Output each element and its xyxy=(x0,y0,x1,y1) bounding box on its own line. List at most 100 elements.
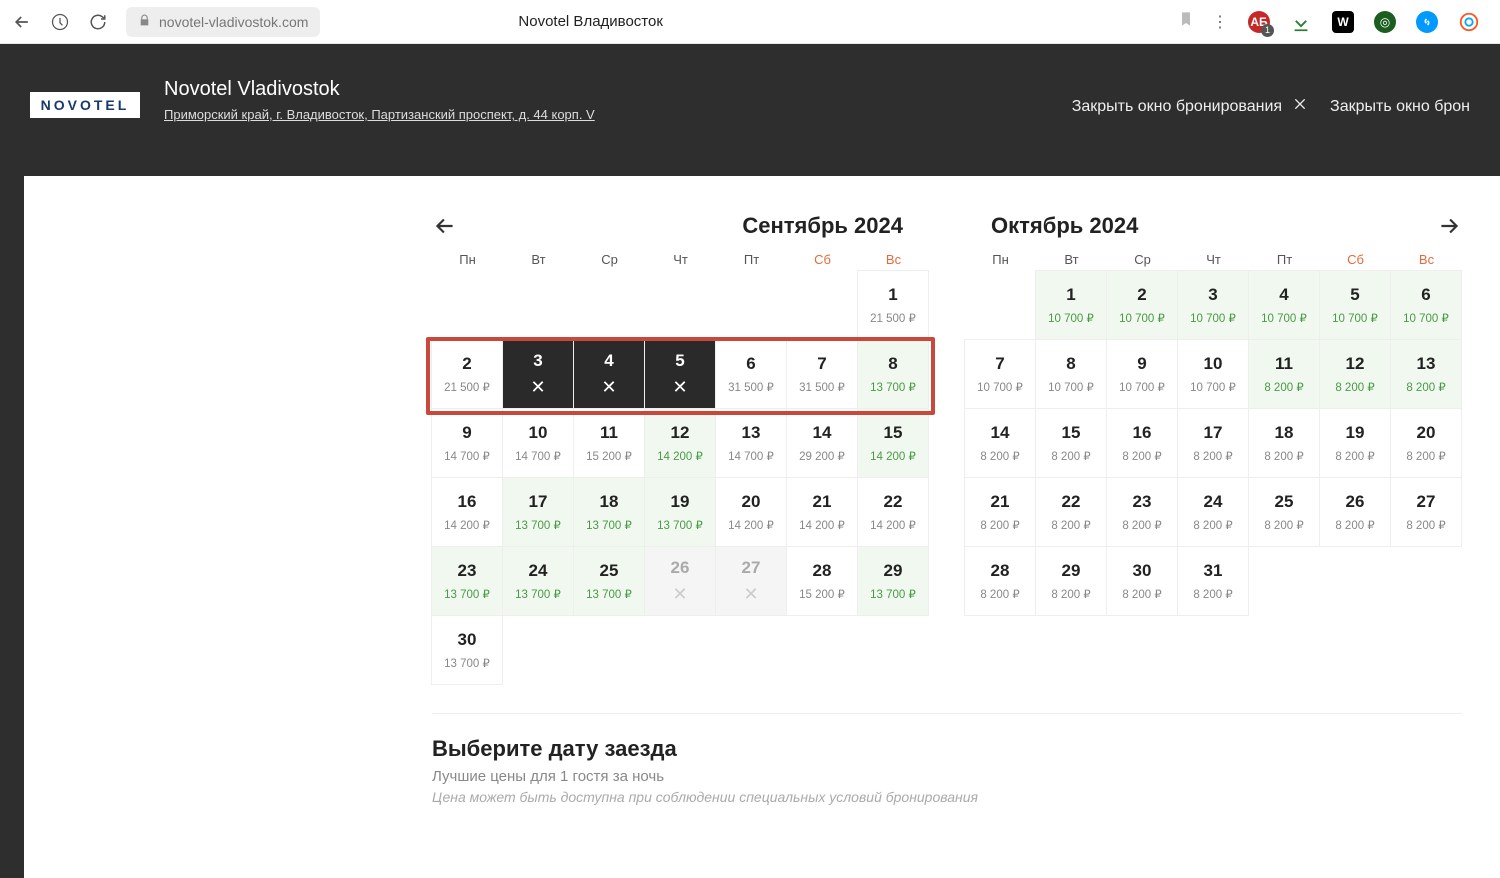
calendar-day[interactable]: 110 700 ₽ xyxy=(1035,270,1107,340)
calendar-day[interactable]: 731 500 ₽ xyxy=(786,339,858,409)
day-price: 8 200 ₽ xyxy=(1335,518,1374,532)
calendar-day[interactable]: 128 200 ₽ xyxy=(1319,339,1391,409)
calendar-day[interactable]: 318 200 ₽ xyxy=(1177,546,1249,616)
calendar-day[interactable]: 710 700 ₽ xyxy=(964,339,1036,409)
day-price: 14 700 ₽ xyxy=(728,449,774,463)
next-month-button[interactable] xyxy=(1436,213,1462,239)
calendar-day[interactable]: 158 200 ₽ xyxy=(1035,408,1107,478)
day-number: 10 xyxy=(529,423,548,443)
yandex-icon[interactable] xyxy=(50,12,70,32)
day-number: 17 xyxy=(529,492,548,512)
calendar-day[interactable]: 188 200 ₽ xyxy=(1248,408,1320,478)
calendar-day[interactable]: 914 700 ₽ xyxy=(431,408,503,478)
calendar-day[interactable]: 1514 200 ₽ xyxy=(857,408,929,478)
day-number: 17 xyxy=(1204,423,1223,443)
shazam-icon[interactable] xyxy=(1416,11,1438,33)
calendar-day[interactable]: 178 200 ₽ xyxy=(1177,408,1249,478)
day-number: 16 xyxy=(458,492,477,512)
prev-month-button[interactable] xyxy=(432,213,458,239)
day-price: 14 200 ₽ xyxy=(728,518,774,532)
address-bar[interactable]: novotel-vladivostok.com xyxy=(126,7,320,37)
calendar-day[interactable]: 1913 700 ₽ xyxy=(644,477,716,547)
calendar-day[interactable]: 288 200 ₽ xyxy=(964,546,1036,616)
calendar-day[interactable]: 910 700 ₽ xyxy=(1106,339,1178,409)
calendar-day[interactable]: 308 200 ₽ xyxy=(1106,546,1178,616)
calendar-day[interactable]: 1614 200 ₽ xyxy=(431,477,503,547)
day-number: 26 xyxy=(1346,492,1365,512)
day-number: 18 xyxy=(600,492,619,512)
adblock-icon[interactable]: AБ1 xyxy=(1248,11,1270,33)
calendar-day[interactable]: 218 200 ₽ xyxy=(964,477,1036,547)
month-left: Сентябрь 2024 ПнВтСрЧтПтСбВс 121 500 ₽22… xyxy=(432,206,929,685)
calendar-day[interactable]: 2513 700 ₽ xyxy=(573,546,645,616)
calendar-day[interactable]: 20 14 200 ₽ xyxy=(715,477,787,547)
calendar-day[interactable]: 1713 700 ₽ xyxy=(502,477,574,547)
calendar-day[interactable]: 210 700 ₽ xyxy=(1106,270,1178,340)
calendar-day[interactable]: 1115 200 ₽ xyxy=(573,408,645,478)
alice-icon[interactable] xyxy=(1458,11,1480,33)
calendar-day[interactable]: 16 8 200 ₽ xyxy=(1106,408,1178,478)
day-price: 15 200 ₽ xyxy=(799,587,845,601)
calendar-day[interactable]: 631 500 ₽ xyxy=(715,339,787,409)
calendar-day[interactable]: 221 500 ₽ xyxy=(431,339,503,409)
day-price: 8 200 ₽ xyxy=(1122,449,1161,463)
calendar-day[interactable]: 1010 700 ₽ xyxy=(1177,339,1249,409)
vk-icon[interactable]: W xyxy=(1332,11,1354,33)
calendar-day[interactable]: 813 700 ₽ xyxy=(857,339,929,409)
calendar-day[interactable]: 1429 200 ₽ xyxy=(786,408,858,478)
kebab-icon[interactable]: ⋮ xyxy=(1212,12,1228,32)
calendar-day[interactable]: 810 700 ₽ xyxy=(1035,339,1107,409)
reload-button[interactable] xyxy=(88,12,108,32)
calendar-day[interactable]: 238 200 ₽ xyxy=(1106,477,1178,547)
day-number: 20 xyxy=(742,492,761,512)
calendar-day[interactable]: 26 8 200 ₽ xyxy=(1319,477,1391,547)
calendar-day[interactable]: 410 700 ₽ xyxy=(1248,270,1320,340)
calendar-day[interactable]: 510 700 ₽ xyxy=(1319,270,1391,340)
calendar-day[interactable]: 2413 700 ₽ xyxy=(502,546,574,616)
calendar-day[interactable]: 1214 200 ₽ xyxy=(644,408,716,478)
calendar-day[interactable]: 138 200 ₽ xyxy=(1390,339,1462,409)
day-price: 14 200 ₽ xyxy=(657,449,703,463)
hotel-address[interactable]: Приморский край, г. Владивосток, Партиза… xyxy=(164,107,595,122)
calendar-day[interactable]: 3013 700 ₽ xyxy=(431,615,503,685)
prompt-note: Цена может быть доступна при соблюдении … xyxy=(432,789,1462,805)
weekday-label: Вт xyxy=(503,252,574,267)
calendar-day[interactable]: 121 500 ₽ xyxy=(857,270,929,340)
calendar-day[interactable]: 2815 200 ₽ xyxy=(786,546,858,616)
calendar-day[interactable]: 248 200 ₽ xyxy=(1177,477,1249,547)
day-number: 16 xyxy=(1133,423,1152,443)
green-ext-icon[interactable]: ◎ xyxy=(1374,11,1396,33)
calendar-day[interactable]: 148 200 ₽ xyxy=(964,408,1036,478)
calendar-day[interactable]: 1813 700 ₽ xyxy=(573,477,645,547)
day-price: 13 700 ₽ xyxy=(870,587,916,601)
calendar-day[interactable]: 278 200 ₽ xyxy=(1390,477,1462,547)
day-price: 8 200 ₽ xyxy=(1406,518,1445,532)
calendar-day[interactable]: 310 700 ₽ xyxy=(1177,270,1249,340)
close-booking-button[interactable]: Закрыть окно бронирования xyxy=(1072,96,1308,117)
day-number: 13 xyxy=(742,423,761,443)
calendar-day[interactable]: 2114 200 ₽ xyxy=(786,477,858,547)
back-button[interactable] xyxy=(12,12,32,32)
calendar-day[interactable]: 2913 700 ₽ xyxy=(857,546,929,616)
calendar-day[interactable]: 258 200 ₽ xyxy=(1248,477,1320,547)
calendar-day[interactable]: 118 200 ₽ xyxy=(1248,339,1320,409)
calendar-day[interactable]: 198 200 ₽ xyxy=(1319,408,1391,478)
calendar-day[interactable]: 2313 700 ₽ xyxy=(431,546,503,616)
close-icon xyxy=(1292,96,1308,117)
day-price: 8 200 ₽ xyxy=(1122,587,1161,601)
calendar-day[interactable]: 208 200 ₽ xyxy=(1390,408,1462,478)
calendar-day[interactable]: 13 14 700 ₽ xyxy=(715,408,787,478)
weekday-label: Чт xyxy=(645,252,716,267)
day-number: 29 xyxy=(1062,561,1081,581)
day-price: 21 500 ₽ xyxy=(444,380,490,394)
bookmark-icon[interactable] xyxy=(1178,11,1194,32)
prompt-sub: Лучшие цены для 1 гостя за ночь xyxy=(432,768,1462,785)
calendar-day[interactable]: 298 200 ₽ xyxy=(1035,546,1107,616)
calendar-day[interactable]: 2214 200 ₽ xyxy=(857,477,929,547)
day-number: 26 xyxy=(671,558,690,578)
close-booking-button-dup[interactable]: Закрыть окно брон xyxy=(1330,98,1470,116)
calendar-day[interactable]: 610 700 ₽ xyxy=(1390,270,1462,340)
download-icon[interactable] xyxy=(1290,11,1312,33)
calendar-day[interactable]: 1014 700 ₽ xyxy=(502,408,574,478)
calendar-day[interactable]: 228 200 ₽ xyxy=(1035,477,1107,547)
